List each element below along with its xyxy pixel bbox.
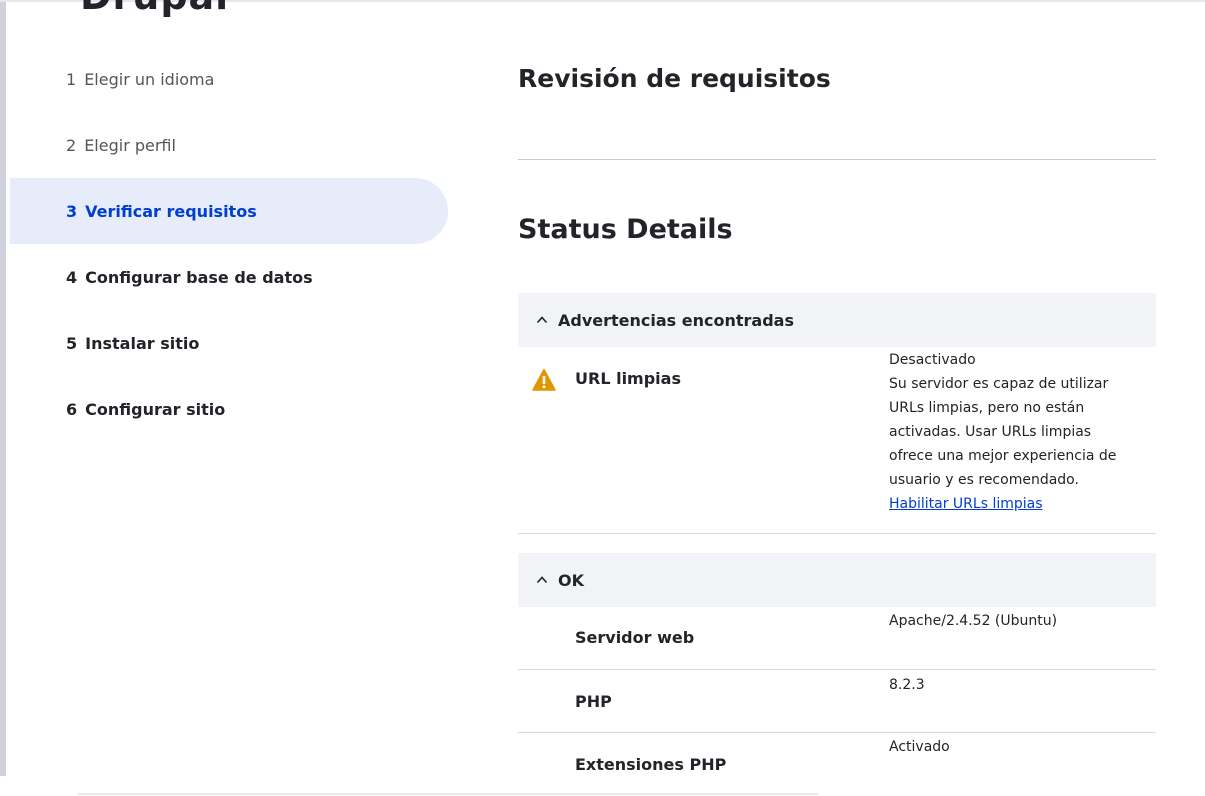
site-title: Drupal [80, 0, 229, 18]
install-steps: 1 Elegir un idioma 2 Elegir perfil 3 Ver… [10, 46, 448, 442]
step-install-site: 5 Instalar sitio [10, 310, 448, 376]
web-server-value: Apache/2.4.52 (Ubuntu) [889, 613, 1058, 629]
warnings-group-toggle[interactable]: Advertencias encontradas [518, 293, 1156, 347]
page-title: Revisión de requisitos [518, 64, 831, 93]
clean-urls-description-line: ofrece una mejor experiencia de [889, 448, 1117, 464]
php-label: PHP [575, 692, 612, 711]
clean-urls-description-line: activadas. Usar URLs limpias [889, 424, 1092, 440]
warning-triangle-icon [532, 368, 556, 391]
step-number: 3 [66, 201, 78, 221]
step-number: 5 [66, 333, 78, 353]
step-label: Elegir perfil [84, 135, 176, 155]
clean-urls-description-line: usuario y es recomendado. [889, 472, 1079, 488]
enable-clean-urls-link[interactable]: Habilitar URLs limpias [889, 496, 1043, 512]
clean-urls-label: URL limpias [575, 369, 681, 388]
chevron-up-icon [536, 316, 548, 324]
step-choose-profile: 2 Elegir perfil [10, 112, 448, 178]
ok-group-toggle[interactable]: OK [518, 553, 1156, 607]
step-label: Elegir un idioma [84, 69, 215, 89]
clean-urls-value: Desactivado Su servidor es capaz de util… [889, 348, 1129, 516]
row-divider [518, 669, 1156, 670]
step-number: 4 [66, 267, 78, 287]
step-label: Configurar sitio [85, 399, 226, 419]
status-details-heading: Status Details [518, 214, 733, 245]
clean-urls-description-line: URLs limpias, pero no están [889, 400, 1085, 416]
bottom-edge-rule [78, 793, 818, 795]
php-value: 8.2.3 [889, 677, 925, 693]
php-extensions-label: Extensiones PHP [575, 755, 727, 774]
step-label: Verificar requisitos [85, 201, 257, 221]
title-divider [518, 159, 1156, 160]
step-configure-database: 4 Configurar base de datos [10, 244, 448, 310]
step-configure-site: 6 Configurar sitio [10, 376, 448, 442]
row-divider [518, 732, 1156, 733]
step-number: 6 [66, 399, 78, 419]
step-number: 2 [66, 135, 77, 155]
clean-urls-description-line: Su servidor es capaz de utilizar [889, 376, 1109, 392]
warnings-group-label: Advertencias encontradas [558, 310, 794, 330]
step-number: 1 [66, 69, 77, 89]
clean-urls-status: Desactivado [889, 352, 976, 368]
step-label: Configurar base de datos [85, 267, 313, 287]
web-server-label: Servidor web [575, 628, 695, 647]
row-divider [518, 533, 1156, 534]
ok-group-label: OK [558, 570, 584, 590]
step-label: Instalar sitio [85, 333, 200, 353]
step-verify-requirements: 3 Verificar requisitos [10, 178, 448, 244]
chevron-up-icon [536, 576, 548, 584]
left-edge-rule [0, 0, 6, 776]
step-choose-language: 1 Elegir un idioma [10, 46, 448, 112]
php-extensions-value: Activado [889, 739, 950, 755]
